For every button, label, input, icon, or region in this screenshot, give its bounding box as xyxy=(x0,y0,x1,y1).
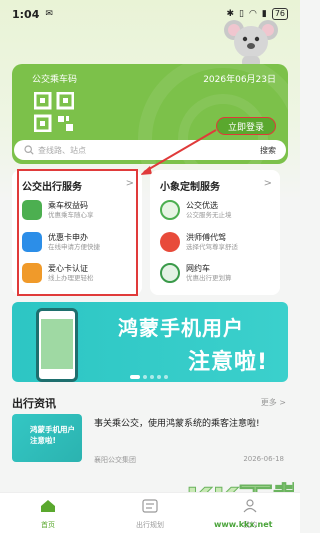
phone-screen xyxy=(41,319,73,369)
carousel-dot xyxy=(150,375,154,379)
news-title[interactable]: 事关乘公交，使用鸿蒙系统的乘客注意啦! xyxy=(94,418,284,431)
designated-driver-item[interactable]: 洪师傅代驾 选择代驾尊享舒适 xyxy=(160,229,274,255)
search-button[interactable]: 搜索 xyxy=(260,145,276,156)
search-icon xyxy=(24,145,34,155)
app-root: 1:04 ✉ ✱ ▯ ◠ ▮ 76 公交乘车码 2026年06月23日 立即登录… xyxy=(0,0,300,533)
ride-hailing-title: 网约车 xyxy=(186,263,210,273)
designated-driver-title: 洪师傅代驾 xyxy=(186,232,226,242)
search-placeholder: 查线路、站点 xyxy=(38,145,86,155)
carousel-dot xyxy=(164,375,168,379)
driver-icon xyxy=(160,232,180,252)
carousel-dot xyxy=(143,375,147,379)
tab-trip-planning-label: 出行规划 xyxy=(136,521,164,529)
qr-code-icon[interactable] xyxy=(34,92,74,132)
bus-select-item[interactable]: 公交优选 公交服务无止境 xyxy=(160,197,274,223)
card-title: 公交乘车码 xyxy=(32,75,78,85)
news-source: 襄阳公交集团 xyxy=(94,456,136,464)
tab-home[interactable]: 首页 xyxy=(18,499,78,530)
ride-hailing-subtitle: 优惠出行更划算 xyxy=(186,273,232,282)
designated-driver-subtitle: 选择代驾尊享舒适 xyxy=(186,242,238,251)
phone-illustration xyxy=(36,308,78,382)
login-button[interactable]: 立即登录 xyxy=(216,117,276,135)
tab-trip-planning[interactable]: 出行规划 xyxy=(120,499,180,530)
route-icon xyxy=(142,499,158,513)
carousel-dots xyxy=(130,375,168,379)
news-thumbnail[interactable]: 鸿蒙手机用户 注意啦! xyxy=(12,414,82,462)
bus-select-icon xyxy=(160,200,180,220)
bus-select-subtitle: 公交服务无止境 xyxy=(186,210,232,219)
banner-line2: 注意啦! xyxy=(188,350,269,375)
custom-service-title: 小象定制服务 xyxy=(160,182,220,193)
notification-icon: ✉ xyxy=(45,9,53,19)
car-icon xyxy=(160,263,180,283)
news-thumbnail-text: 鸿蒙手机用户 注意啦! xyxy=(30,425,75,445)
news-more-link[interactable]: 更多 > xyxy=(261,397,286,408)
news-date: 2026-06-18 xyxy=(243,455,284,463)
chevron-right-icon[interactable]: > xyxy=(264,178,272,189)
home-icon xyxy=(41,500,55,512)
watermark-url: www.kkx.net xyxy=(214,520,273,529)
carousel-dot-active xyxy=(130,375,140,379)
ride-hailing-item[interactable]: 网约车 优惠出行更划算 xyxy=(160,260,274,286)
tab-home-label: 首页 xyxy=(41,521,55,529)
promo-banner[interactable]: 鸿蒙手机用户 注意啦! xyxy=(12,302,288,382)
koala-mascot-icon xyxy=(224,20,278,68)
status-time: 1:04 xyxy=(12,7,40,21)
annotation-highlight-box xyxy=(17,169,138,296)
custom-service-panel: 小象定制服务 > 公交优选 公交服务无止境 洪师傅代驾 选择代驾尊享舒适 网约车… xyxy=(150,170,280,295)
carousel-dot xyxy=(157,375,161,379)
news-header: 出行资讯 xyxy=(12,397,56,410)
banner-line1: 鸿蒙手机用户 xyxy=(118,316,244,340)
card-date: 2026年06月23日 xyxy=(203,75,276,85)
user-icon xyxy=(243,499,257,513)
bus-select-title: 公交优选 xyxy=(186,200,218,210)
